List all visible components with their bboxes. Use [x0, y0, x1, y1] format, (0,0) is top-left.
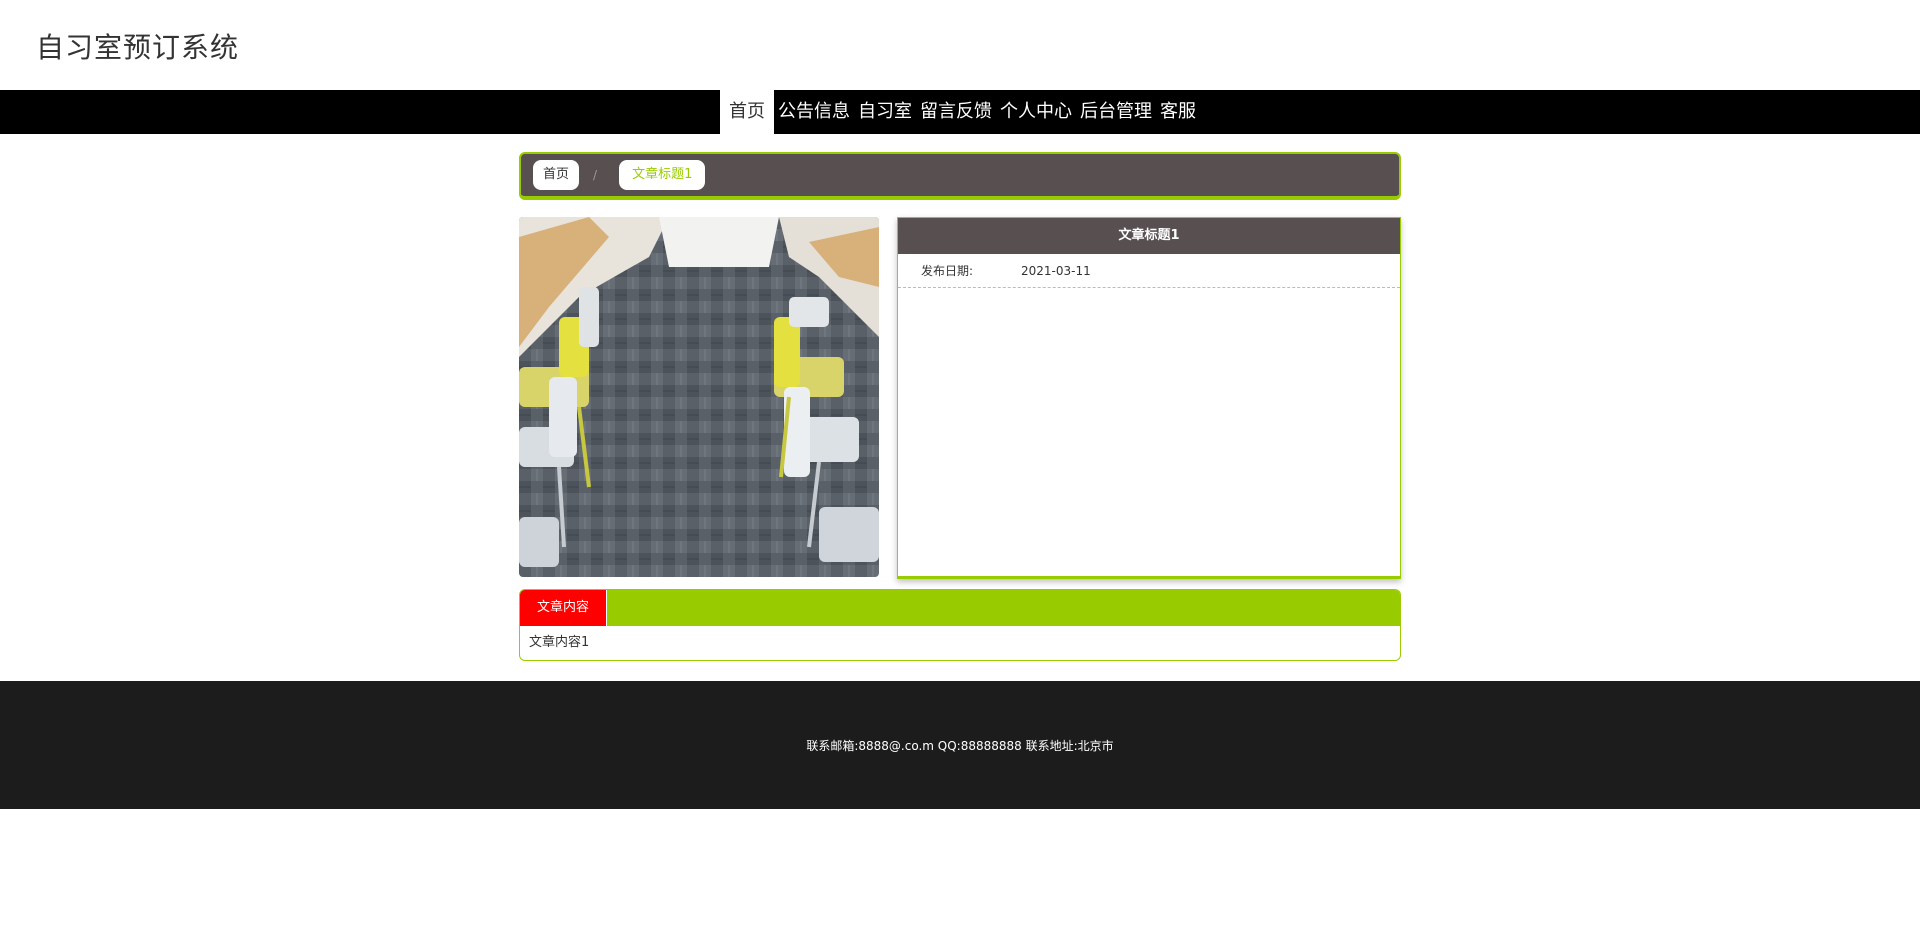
article-content-box: 文章内容 文章内容1 [519, 589, 1401, 661]
nav-item-customer-service[interactable]: 客服 [1156, 90, 1200, 134]
nav-item-study-rooms[interactable]: 自习室 [854, 90, 916, 134]
nav-item-home[interactable]: 首页 [720, 90, 774, 134]
site-footer: 联系邮箱:8888@.co.m QQ:88888888 联系地址:北京市 [0, 681, 1920, 809]
site-header: 自习室预订系统 [0, 0, 1920, 90]
site-title: 自习室预订系统 [36, 31, 240, 64]
article-title: 文章标题1 [898, 218, 1400, 254]
article-photo [519, 217, 879, 577]
article-info-panel: 文章标题1 发布日期: 2021-03-11 [897, 217, 1401, 579]
breadcrumb-home-link[interactable]: 首页 [533, 160, 580, 190]
nav-item-admin[interactable]: 后台管理 [1076, 90, 1156, 134]
breadcrumb-separator: / [593, 168, 598, 182]
tab-article-content[interactable]: 文章内容 [520, 590, 608, 626]
nav-item-profile[interactable]: 个人中心 [996, 90, 1076, 134]
footer-contact-info: 联系邮箱:8888@.co.m QQ:88888888 联系地址:北京市 [806, 738, 1114, 753]
breadcrumb-current[interactable]: 文章标题1 [619, 160, 706, 190]
publish-date-label: 发布日期: [921, 264, 974, 278]
main-navbar: 首页 公告信息 自习室 留言反馈 个人中心 后台管理 客服 [0, 90, 1920, 134]
article-content-text: 文章内容1 [529, 635, 590, 650]
nav-item-feedback[interactable]: 留言反馈 [916, 90, 996, 134]
article-date-row: 发布日期: 2021-03-11 [898, 254, 1400, 288]
main-content: 首页 / 文章标题1 文章标题1 发布日期: 2021-03-11 文章内容 文… [519, 134, 1401, 661]
article-detail-row: 文章标题1 发布日期: 2021-03-11 [519, 217, 1401, 579]
content-tabs: 文章内容 [520, 590, 1400, 626]
publish-date-value: 2021-03-11 [1021, 263, 1091, 278]
breadcrumb: 首页 / 文章标题1 [519, 152, 1401, 200]
nav-item-announcements[interactable]: 公告信息 [774, 90, 854, 134]
